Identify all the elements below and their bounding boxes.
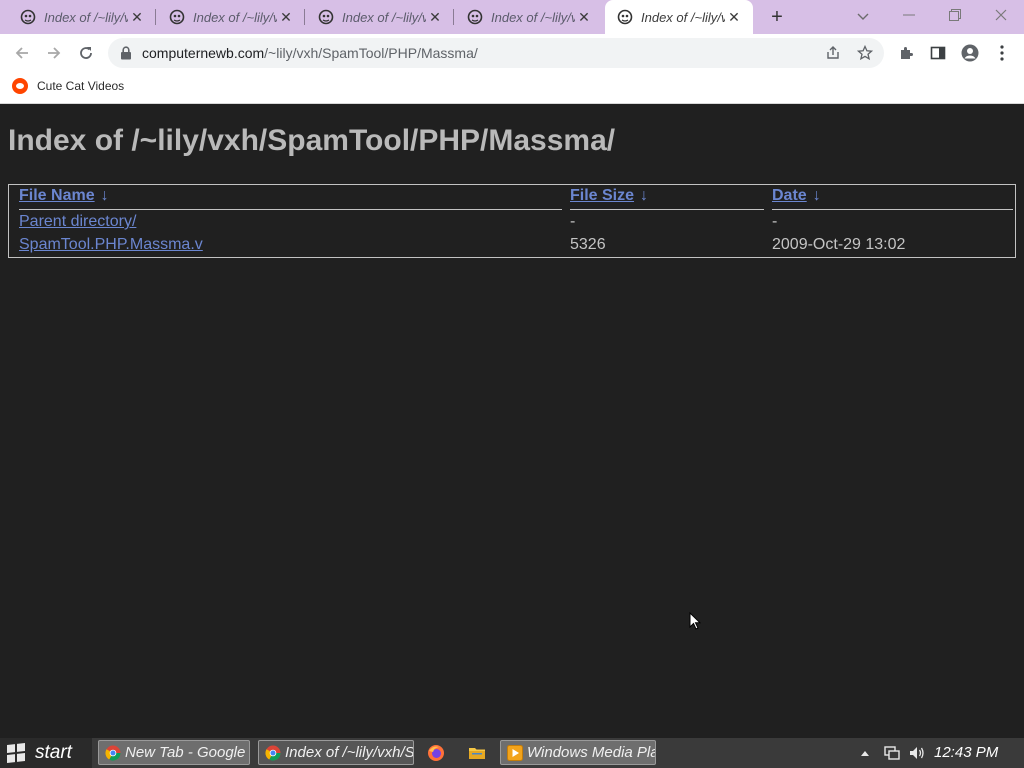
column-header-file-name[interactable]: File Name ↓ xyxy=(19,187,562,210)
taskbar-item-label: New Tab - Google Chrome xyxy=(125,744,249,761)
page-favicon-icon xyxy=(617,9,633,25)
tab-separator xyxy=(304,9,305,25)
file-size-cell: - xyxy=(570,213,576,230)
chrome-icon xyxy=(265,745,281,761)
tab-title: Index of /~lily/vxh/SpamTool/PHP/Massma/ xyxy=(193,9,277,25)
lock-icon[interactable] xyxy=(120,46,132,60)
close-window-button[interactable] xyxy=(978,0,1024,30)
file-size-cell: 5326 xyxy=(570,236,606,253)
tab-title: Index of /~lily/vxh/SpamTool/PHP/Massma/ xyxy=(641,9,725,25)
page-content: Index of /~lily/vxh/SpamTool/PHP/Massma/… xyxy=(0,104,1024,738)
browser-tab[interactable]: Index of /~lily/vxh/SpamTool/PHP/Massma/… xyxy=(455,0,603,34)
taskbar-item-index-of[interactable]: Index of /~lily/vxh/SpamTool/PHP/Massma/ xyxy=(258,740,414,765)
new-tab-button[interactable]: + xyxy=(764,5,790,29)
file-link[interactable]: SpamTool.PHP.Massma.v xyxy=(19,236,203,254)
mouse-pointer-icon xyxy=(689,612,701,630)
parent-directory-link[interactable]: Parent directory/ xyxy=(19,213,136,231)
forward-button[interactable] xyxy=(40,39,68,67)
restore-button[interactable] xyxy=(932,0,978,30)
start-button[interactable]: start xyxy=(0,738,92,768)
tab-separator xyxy=(155,9,156,25)
windows-flag-icon xyxy=(7,743,25,763)
sort-by-size-link[interactable]: File Size xyxy=(570,187,634,204)
column-header-date[interactable]: Date ↓ xyxy=(772,187,1013,210)
address-bar[interactable]: computernewb.com/~lily/vxh/SpamTool/PHP/… xyxy=(108,38,884,68)
sort-by-name-link[interactable]: File Name xyxy=(19,187,95,204)
page-favicon-icon xyxy=(20,9,36,25)
taskbar-item-label: Windows Media Player xyxy=(527,744,655,761)
firefox-icon[interactable] xyxy=(427,744,445,762)
close-tab-icon[interactable]: ✕ xyxy=(725,8,743,26)
browser-tab[interactable]: Index of /~lily/vxh/SpamTool/PHP/Massma/… xyxy=(157,0,305,34)
column-header-file-size[interactable]: File Size ↓ xyxy=(570,187,764,210)
reload-button[interactable] xyxy=(72,39,100,67)
start-label: start xyxy=(35,742,72,763)
tab-title: Index of /~lily/vxh/SpamTool/PHP/Massma/ xyxy=(342,9,426,25)
side-panel-icon[interactable] xyxy=(928,43,948,63)
share-icon[interactable] xyxy=(824,44,842,62)
close-tab-icon[interactable]: ✕ xyxy=(575,8,593,26)
taskbar-item-label: Index of /~lily/vxh/SpamTool/PHP/Massma/ xyxy=(285,744,414,761)
taskbar-item-new-tab[interactable]: New Tab - Google Chrome xyxy=(98,740,250,765)
close-tab-icon[interactable]: ✕ xyxy=(426,8,444,26)
url-host: computernewb.com xyxy=(142,45,265,61)
sort-by-date-link[interactable]: Date xyxy=(772,187,807,204)
close-tab-icon[interactable]: ✕ xyxy=(128,8,146,26)
show-hidden-icons-arrow[interactable] xyxy=(860,749,870,757)
network-icon[interactable] xyxy=(884,745,900,761)
url-path: /~lily/vxh/SpamTool/PHP/Massma/ xyxy=(264,45,478,61)
folder-icon[interactable] xyxy=(468,744,486,762)
browser-tab[interactable]: Index of /~lily/vxh/SpamTool/PHP/Massma/… xyxy=(8,0,156,34)
taskbar-item-windows-media-player[interactable]: Windows Media Player xyxy=(500,740,656,765)
close-tab-icon[interactable]: ✕ xyxy=(277,8,295,26)
tab-strip: Index of /~lily/vxh/SpamTool/PHP/Massma/… xyxy=(0,0,1024,34)
file-date-cell: 2009-Oct-29 13:02 xyxy=(772,236,906,253)
back-button[interactable] xyxy=(8,39,36,67)
sort-arrow-icon: ↓ xyxy=(100,187,109,204)
tab-title: Index of /~lily/vxh/SpamTool/PHP/Massma/ xyxy=(44,9,128,25)
volume-icon[interactable] xyxy=(908,745,926,761)
page-favicon-icon xyxy=(467,9,483,25)
extensions-puzzle-icon[interactable] xyxy=(896,43,916,63)
tab-separator xyxy=(453,9,454,25)
bookmark-cute-cat-videos[interactable]: Cute Cat Videos xyxy=(12,78,124,94)
sort-arrow-icon: ↓ xyxy=(812,187,821,204)
media-player-icon xyxy=(507,744,523,761)
taskbar-clock: 12:43 PM xyxy=(934,744,999,761)
browser-tab[interactable]: Index of /~lily/vxh/SpamTool/PHP/Massma/… xyxy=(306,0,454,34)
bookmark-label: Cute Cat Videos xyxy=(37,79,125,93)
url-text[interactable]: computernewb.com/~lily/vxh/SpamTool/PHP/… xyxy=(142,45,478,61)
taskbar: start New Tab - Google Chrome Index of /… xyxy=(0,738,1024,768)
reddit-icon xyxy=(12,78,28,94)
page-favicon-icon xyxy=(169,9,185,25)
browser-tab-active[interactable]: Index of /~lily/vxh/SpamTool/PHP/Massma/… xyxy=(605,0,753,34)
tab-title: Index of /~lily/vxh/SpamTool/PHP/Massma/ xyxy=(491,9,575,25)
page-favicon-icon xyxy=(318,9,334,25)
page-heading: Index of /~lily/vxh/SpamTool/PHP/Massma/ xyxy=(8,124,616,157)
minimize-button[interactable] xyxy=(886,0,932,30)
chrome-icon xyxy=(105,745,121,761)
bookmark-star-icon[interactable] xyxy=(856,44,874,62)
profile-avatar-icon[interactable] xyxy=(960,43,980,63)
sort-arrow-icon: ↓ xyxy=(640,187,649,204)
menu-kebab-icon[interactable] xyxy=(992,43,1012,63)
bookmarks-bar: Cute Cat Videos xyxy=(0,72,1024,104)
file-date-cell: - xyxy=(772,213,778,230)
tab-search-chevron-icon[interactable] xyxy=(852,7,874,27)
file-listing-table: File Name ↓ File Size ↓ Date ↓ Parent direc… xyxy=(8,184,1016,258)
browser-toolbar: computernewb.com/~lily/vxh/SpamTool/PHP/… xyxy=(0,34,1024,72)
